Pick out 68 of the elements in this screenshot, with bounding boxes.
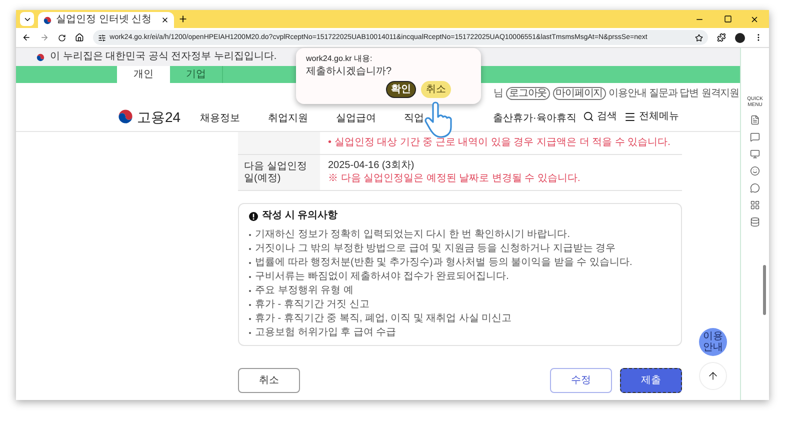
dialog-origin: work24.go.kr 내용:: [306, 54, 374, 64]
tab-title: 실업인정 인터넷 신청: [56, 14, 153, 26]
speech-bubble-icon[interactable]: [750, 183, 760, 193]
notice-title: 작성 시 유의사항: [262, 210, 338, 222]
nav-item[interactable]: 취업지원: [268, 112, 308, 124]
user-name: 님: [494, 88, 503, 99]
row-label: 다음 실업인정일(예정): [244, 160, 308, 184]
submit-button[interactable]: 제출: [620, 368, 682, 393]
site-favicon-icon: [43, 16, 52, 24]
gov-banner-text: 이 누리집은 대한민국 공식 전자정부 누리집입니다.: [50, 51, 277, 63]
database-icon[interactable]: [750, 217, 760, 227]
notice-item: 휴가 - 휴직기간 거짓 신고: [255, 299, 370, 311]
search-icon: [583, 111, 594, 122]
cancel-button[interactable]: 취소: [238, 368, 300, 393]
header-link[interactable]: 원격지원: [701, 88, 739, 99]
site-info-icon[interactable]: [98, 34, 106, 42]
arrow-up-icon: [707, 370, 719, 382]
nav-item[interactable]: 실업급여: [336, 112, 376, 124]
notice-item: 주요 부정행위 유형 예: [255, 285, 354, 297]
browser-tab[interactable]: 실업인정 인터넷 신청: [38, 12, 174, 28]
tab-list-button[interactable]: [20, 12, 34, 26]
nav-item[interactable]: 직업: [404, 112, 424, 124]
face-icon[interactable]: [750, 166, 760, 176]
back-icon[interactable]: [22, 33, 31, 42]
dialog-button[interactable]: 취소: [421, 81, 451, 98]
notice-item: 거짓이나 그 밖의 부정한 방법으로 급여 및 지원금 등을 신청하거나 지급받는 경우: [255, 243, 616, 255]
header-link[interactable]: 로그아웃: [506, 87, 550, 100]
warning-note: ※ 다음 실업인정일은 예정된 날짜로 변경될 수 있습니다.: [328, 173, 582, 185]
maximize-icon[interactable]: [724, 15, 732, 23]
close-window-icon[interactable]: [750, 14, 759, 24]
header-link[interactable]: 마이페이지: [552, 87, 606, 100]
notice-item: 구비서류는 빠짐없이 제출하셔야 접수가 완료되어집니다.: [255, 271, 509, 283]
document-icon[interactable]: [750, 115, 760, 125]
notice-item: 휴가 - 휴직기간 중 복직, 폐업, 이직 및 재취업 사실 미신고: [255, 313, 512, 325]
search-link[interactable]: 검색: [583, 110, 617, 122]
user-type-tab[interactable]: 개인: [117, 66, 170, 83]
header-link[interactable]: 이용안내: [608, 88, 646, 99]
close-tab-icon[interactable]: [161, 16, 169, 24]
forward-icon[interactable]: [40, 33, 49, 42]
scrollbar-thumb[interactable]: [763, 265, 766, 315]
dialog-button[interactable]: 확인: [386, 81, 416, 98]
profile-avatar[interactable]: [735, 32, 746, 42]
alert-icon: [249, 212, 258, 220]
reload-icon[interactable]: [58, 34, 66, 42]
site-logo: 고용24: [137, 108, 181, 124]
flag-icon: [36, 52, 45, 62]
notice-item: 기재하신 정보가 정확히 입력되었는지 다시 한 번 확인하시기 바랍니다.: [255, 229, 570, 241]
home-icon[interactable]: [74, 33, 84, 42]
all-menu-link[interactable]: 전체메뉴: [624, 110, 679, 122]
nav-item[interactable]: 채용정보: [200, 112, 240, 124]
header-link[interactable]: 질문과 답변: [649, 88, 698, 99]
nav-item[interactable]: 출산휴가·육아휴직: [493, 112, 576, 124]
warning-note: • 실업인정 대상 기간 중 근로 내역이 있을 경우 지급액은 더 적을 수 있습니다.: [328, 137, 672, 149]
scroll-top-button[interactable]: [699, 362, 727, 390]
guide-button[interactable]: 이용 안내: [699, 328, 727, 356]
menu-icon: [624, 110, 636, 122]
row-value: 2025-04-16 (3회차): [328, 160, 416, 172]
chat-icon[interactable]: [750, 132, 760, 142]
notice-item: 법률에 따라 행정처분(반환 및 추가징수)과 형사처벌 등의 불이익을 받을 수 있습니다.: [255, 257, 632, 269]
grid-icon[interactable]: [750, 200, 760, 210]
bookmark-star-icon[interactable]: [695, 34, 704, 42]
extensions-icon[interactable]: [717, 33, 726, 42]
logo-icon: [117, 108, 134, 125]
edit-button[interactable]: 수정: [550, 368, 612, 393]
monitor-icon[interactable]: [750, 149, 760, 159]
dialog-message: 제출하시겠습니까?: [306, 66, 393, 78]
notice-item: 고용보험 허위가입 후 급여 수급: [255, 327, 396, 339]
new-tab-icon[interactable]: [178, 14, 188, 24]
